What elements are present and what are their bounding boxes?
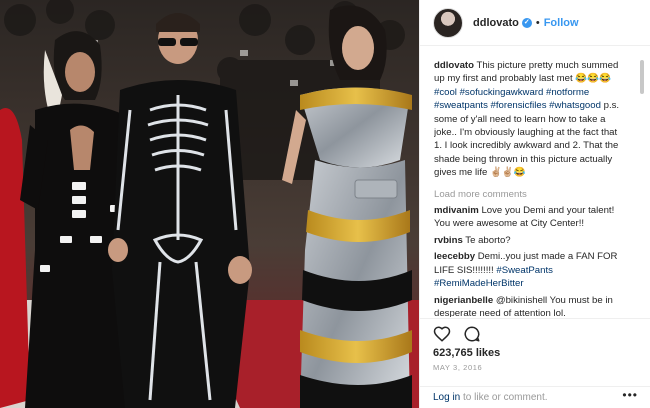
login-prompt-text: to like or comment. bbox=[460, 392, 548, 403]
comment-item: rvbins Te aborto? bbox=[434, 234, 624, 247]
post-header: ddlovato ✓ • Follow bbox=[420, 0, 650, 46]
comments-scrollbar[interactable] bbox=[640, 60, 644, 94]
caption-hashtags[interactable]: #cool #sofuckingawkward #notforme #sweat… bbox=[434, 87, 601, 111]
comment-item: mdivanim Love you Demi and your talent! … bbox=[434, 204, 624, 231]
post-actions: 623,765 likes MAY 3, 2016 bbox=[420, 318, 650, 372]
comment-username[interactable]: nigerianbelle bbox=[434, 295, 493, 306]
likes-count[interactable]: 623,765 likes bbox=[420, 343, 650, 359]
comments-list: ddlovato This picture pretty much summed… bbox=[434, 56, 624, 317]
comment-username[interactable]: mdivanim bbox=[434, 205, 479, 216]
login-link[interactable]: Log in bbox=[433, 392, 460, 403]
header-username-text[interactable]: ddlovato bbox=[473, 17, 519, 29]
instagram-post: ddlovato ✓ • Follow ddlovato This picture… bbox=[0, 0, 650, 408]
post-date: MAY 3, 2016 bbox=[433, 363, 483, 372]
caption-username[interactable]: ddlovato bbox=[434, 60, 474, 71]
follow-button[interactable]: Follow bbox=[544, 17, 579, 29]
comment-username[interactable]: leecebby bbox=[434, 251, 475, 262]
avatar[interactable] bbox=[433, 7, 463, 38]
post-side-panel: ddlovato ✓ • Follow ddlovato This picture… bbox=[419, 0, 650, 408]
verified-badge-icon: ✓ bbox=[521, 17, 532, 28]
load-more-comments-button[interactable]: Load more comments bbox=[434, 188, 624, 201]
comment-item: nigerianbelle @bikinishell You must be i… bbox=[434, 294, 624, 318]
comment-text: Te aborto? bbox=[465, 234, 511, 246]
comment-icon[interactable] bbox=[463, 325, 481, 343]
caption: ddlovato This picture pretty much summed… bbox=[434, 59, 624, 180]
login-prompt: Log in to like or comment. bbox=[420, 386, 650, 408]
header-username[interactable]: ddlovato ✓ bbox=[473, 17, 532, 29]
post-photo-illustration bbox=[0, 0, 419, 408]
heart-icon[interactable] bbox=[433, 325, 451, 343]
action-icons bbox=[420, 319, 650, 343]
comment-username[interactable]: rvbins bbox=[434, 235, 463, 246]
post-photo bbox=[0, 0, 419, 408]
more-options-icon[interactable]: ••• bbox=[622, 388, 638, 402]
header-separator: • bbox=[535, 16, 540, 29]
caption-text-continued: p.s. some of y'all need to learn how to … bbox=[434, 100, 620, 179]
comment-item: leecebby Demi..you just made a FAN FOR L… bbox=[434, 250, 624, 290]
